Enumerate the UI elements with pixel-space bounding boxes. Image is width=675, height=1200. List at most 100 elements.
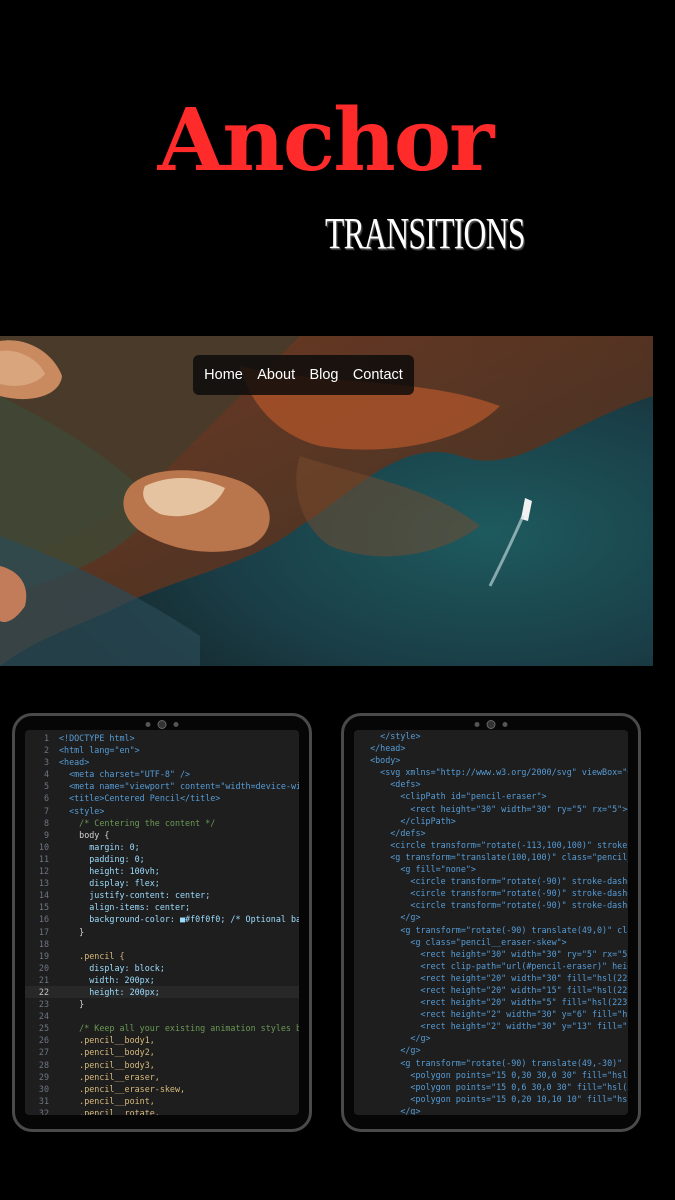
- code-line: </g>: [360, 1045, 421, 1056]
- code-line: <g transform="translate(100,100)" class=…: [360, 851, 628, 862]
- code-line: </g>: [360, 912, 421, 923]
- code-line: <defs>: [360, 779, 421, 790]
- line-number: 8: [43, 817, 49, 828]
- code-line: <clipPath id="pencil-eraser">: [360, 791, 547, 802]
- code-lines-right: </style> </head> <body> <svg xmlns="http…: [354, 730, 628, 1115]
- code-line: 14 justify-content: center;: [25, 889, 299, 901]
- line-number: 22: [38, 986, 49, 997]
- code-line: <svg xmlns="http://www.w3.org/2000/svg" …: [360, 767, 628, 778]
- code-text: <meta charset="UTF-8" />: [59, 769, 191, 780]
- code-line: </g>: [360, 1105, 421, 1115]
- line-number: 12: [38, 866, 49, 877]
- code-line: 8 /* Centering the content */: [25, 817, 299, 829]
- code-line: <polygon points="15 0,6 30,0 30" fill="h…: [360, 1081, 628, 1092]
- line-number: 6: [43, 793, 49, 804]
- code-line: 16 background-color: ■#f0f0f0; /* Option…: [25, 913, 299, 925]
- code-line: <rect clip-path="url(#pencil-eraser)" he…: [360, 960, 629, 971]
- code-line: 4 <meta charset="UTF-8" />: [25, 768, 299, 780]
- code-text: .pencil__body3,: [59, 1059, 155, 1070]
- code-text: height: 100vh;: [59, 866, 160, 877]
- code-text: .pencil__body1,: [59, 1035, 155, 1046]
- code-text: .pencil__point,: [59, 1095, 155, 1106]
- code-line: 3 <head>: [25, 756, 299, 768]
- line-number: 13: [38, 878, 49, 889]
- code-line: <circle transform="rotate(-113,100,100)"…: [360, 839, 628, 850]
- code-line: 11 padding: 0;: [25, 853, 299, 865]
- code-text: margin: 0;: [59, 841, 140, 852]
- code-line: <g transform="rotate(-90) translate(49,0…: [360, 924, 628, 935]
- nav-link-blog[interactable]: Blog: [309, 367, 338, 383]
- code-line: <circle transform="rotate(-90)" stroke-d…: [360, 876, 628, 887]
- code-text: <title>Centered Pencil</title>: [59, 793, 221, 804]
- code-text: align-items: center;: [59, 902, 191, 913]
- code-line: <circle transform="rotate(-90)" stroke-d…: [360, 900, 628, 911]
- code-line: 22 height: 200px;: [25, 985, 299, 999]
- code-line: </defs>: [360, 827, 426, 838]
- code-text: .pencil__eraser,: [59, 1071, 160, 1082]
- line-number: 17: [38, 926, 49, 937]
- code-text: <!DOCTYPE html>: [59, 733, 135, 743]
- code-line: 23 }: [25, 998, 299, 1010]
- code-line: <rect height="20" width="15" fill="hsl(2…: [360, 984, 629, 995]
- line-number: 1: [43, 733, 49, 743]
- code-line: <rect height="30" width="30" ry="5" rx="…: [360, 948, 629, 959]
- code-line: </g>: [360, 1033, 431, 1044]
- code-line: <body>: [360, 755, 401, 766]
- line-number: 29: [38, 1071, 49, 1082]
- line-number: 2: [43, 745, 49, 756]
- code-line: 5 <meta name="viewport" content="width=d…: [25, 780, 299, 792]
- code-text: height: 200px;: [59, 986, 160, 997]
- line-number: 18: [38, 938, 49, 949]
- line-number: 23: [38, 999, 49, 1010]
- code-line: 21 width: 200px;: [25, 974, 299, 986]
- line-number: 21: [38, 974, 49, 985]
- code-line: 15 align-items: center;: [25, 901, 299, 913]
- code-line: 13 display: flex;: [25, 877, 299, 889]
- line-number: 31: [38, 1095, 49, 1106]
- line-number: 5: [43, 781, 49, 792]
- nav-link-contact[interactable]: Contact: [353, 367, 403, 383]
- tablet-right: </style> </head> <body> <svg xmlns="http…: [341, 713, 641, 1132]
- tablet-left: 1 <!DOCTYPE html> 2 <html lang="en"> 3 <head>…: [12, 713, 312, 1132]
- code-editor-right[interactable]: </style> </head> <body> <svg xmlns="http…: [354, 730, 628, 1115]
- line-number: 30: [38, 1083, 49, 1094]
- code-line: <rect height="2" width="30" y="6" fill="…: [360, 1009, 629, 1020]
- nav-link-home[interactable]: Home: [204, 367, 243, 383]
- code-text: }: [59, 999, 85, 1010]
- code-line: 2 <html lang="en">: [25, 744, 299, 756]
- code-text: .pencil__rotate,: [59, 1107, 160, 1115]
- brand-title: Anchor: [157, 90, 495, 191]
- code-line: 9 body {: [25, 829, 299, 841]
- tablet-camera: [145, 720, 179, 729]
- line-number: 32: [38, 1107, 49, 1115]
- line-number: 19: [38, 950, 49, 961]
- code-line: <rect height="30" width="30" ry="5" rx="…: [360, 803, 628, 814]
- code-line: 32 .pencil__rotate,: [25, 1107, 299, 1115]
- line-number: 14: [38, 890, 49, 901]
- code-line: 26 .pencil__body1,: [25, 1034, 299, 1046]
- code-line: 10 margin: 0;: [25, 841, 299, 853]
- nav-link-about[interactable]: About: [257, 367, 295, 383]
- code-line: 7 <style>: [25, 805, 299, 817]
- code-line: <polygon points="15 0,20 10,10 10" fill=…: [360, 1093, 628, 1104]
- code-text: /* Centering the content */: [59, 817, 216, 828]
- tablet-camera: [474, 720, 508, 729]
- code-line: <g transform="rotate(-90) translate(49,-…: [360, 1057, 628, 1068]
- code-text: padding: 0;: [59, 853, 145, 864]
- code-text: .pencil__eraser-skew,: [59, 1083, 186, 1094]
- line-number: 25: [38, 1023, 49, 1034]
- code-line: <rect height="20" width="30" fill="hsl(2…: [360, 972, 629, 983]
- code-line: <rect height="2" width="30" y="13" fill=…: [360, 1021, 629, 1032]
- line-number: 28: [38, 1059, 49, 1070]
- code-line: <circle transform="rotate(-90)" stroke-d…: [360, 888, 628, 899]
- code-line: 20 display: block;: [25, 962, 299, 974]
- code-text: /* Keep all your existing animation styl…: [59, 1023, 299, 1034]
- code-text: .pencil__body2,: [59, 1047, 155, 1058]
- code-line: 29 .pencil__eraser,: [25, 1071, 299, 1083]
- code-editor-left[interactable]: 1 <!DOCTYPE html> 2 <html lang="en"> 3 <head>…: [25, 730, 299, 1115]
- line-number: 24: [38, 1011, 49, 1022]
- code-line: 1 <!DOCTYPE html>: [25, 732, 299, 744]
- code-line: 25 /* Keep all your existing animation s…: [25, 1022, 299, 1034]
- line-number: 16: [38, 914, 49, 925]
- line-number: 9: [43, 829, 49, 840]
